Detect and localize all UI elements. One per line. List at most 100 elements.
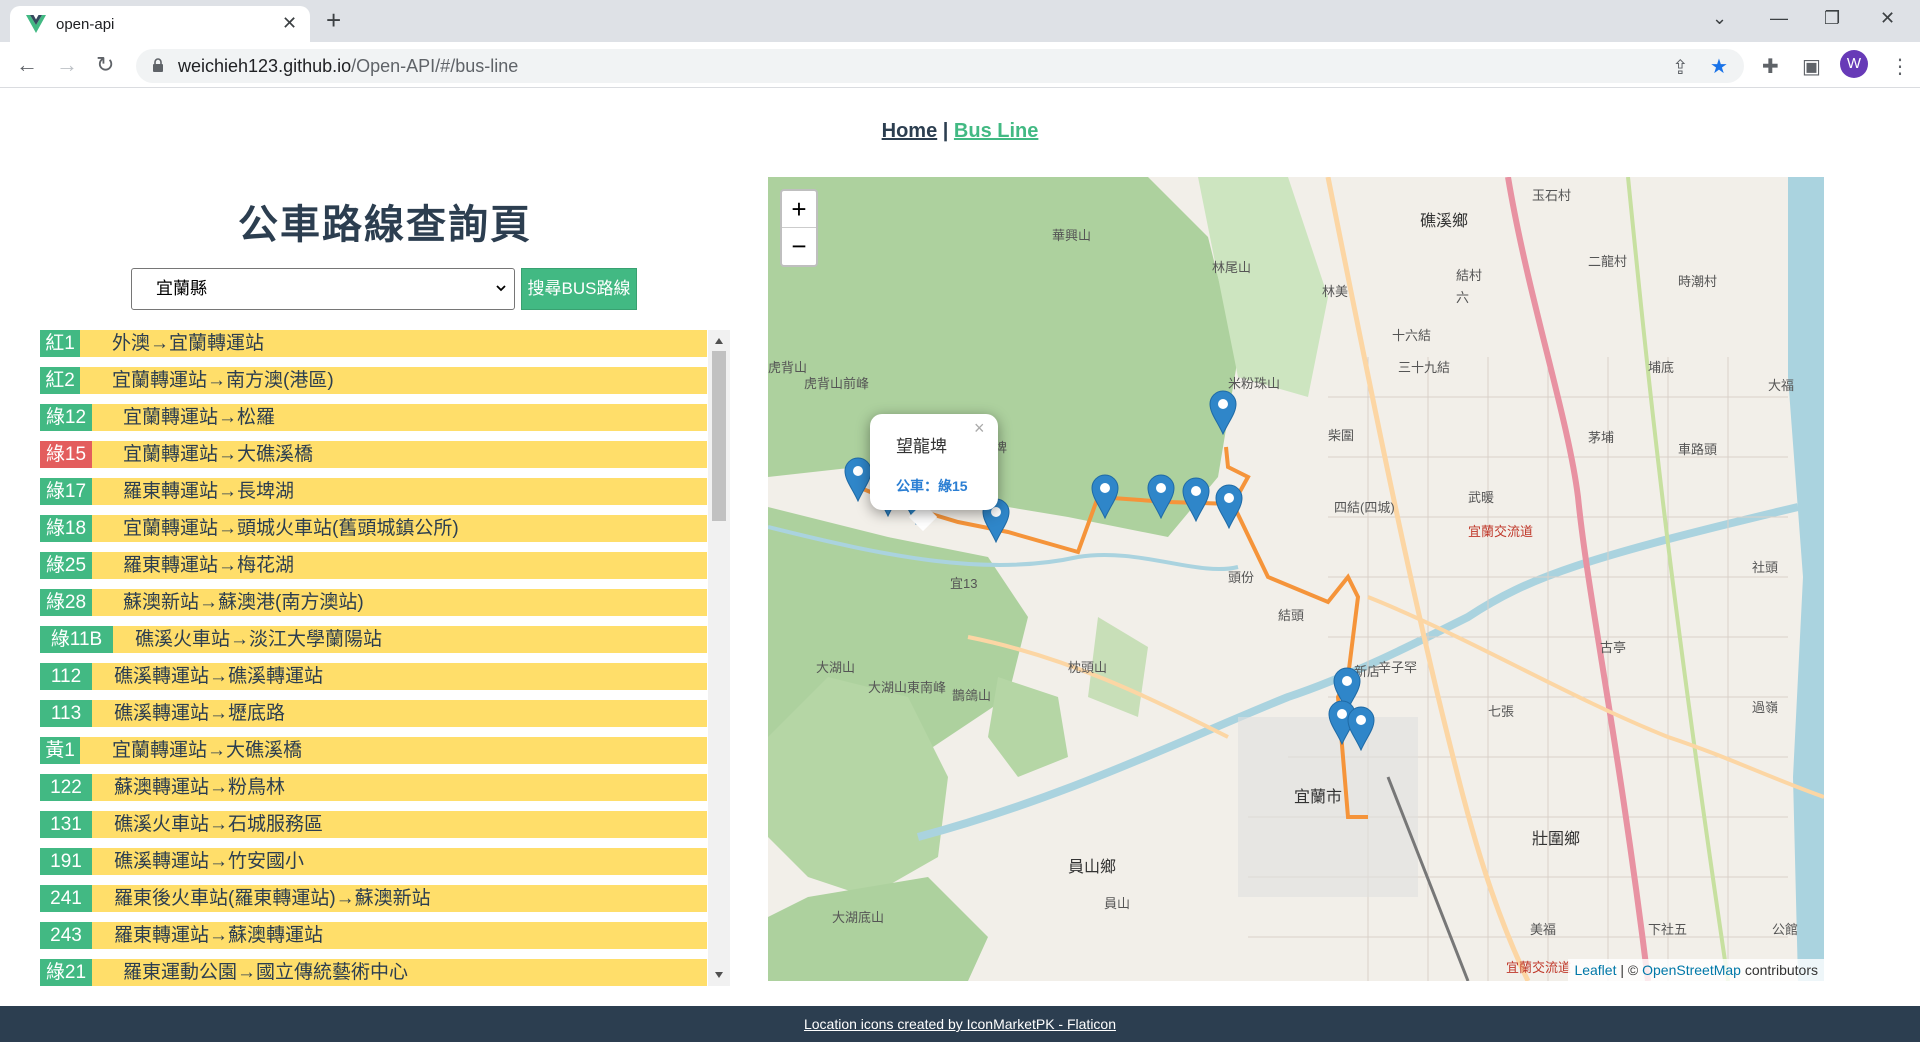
- route-number-badge: 綠18: [40, 515, 92, 542]
- map-label: 宜蘭交流道: [1468, 524, 1534, 539]
- map-label: 虎背山前峰: [804, 376, 870, 391]
- leaflet-link[interactable]: Leaflet: [1574, 962, 1616, 978]
- bus-stop-marker-icon[interactable]: [1146, 473, 1176, 519]
- menu-kebab-icon[interactable]: ⋮: [1890, 54, 1910, 79]
- route-number-badge: 黃1: [40, 737, 80, 764]
- map-label: 頭份: [1228, 570, 1255, 585]
- forward-icon[interactable]: →: [56, 52, 78, 78]
- new-tab-icon[interactable]: +: [326, 6, 341, 34]
- map-label: 十六結: [1392, 328, 1432, 343]
- map-label: 員山: [1104, 896, 1131, 911]
- route-item[interactable]: 113 礁溪轉運站→壢底路: [40, 700, 707, 727]
- map-label: 茅埔: [1588, 430, 1615, 445]
- scroll-up-icon[interactable]: [714, 336, 724, 346]
- bus-stop-marker-icon[interactable]: [843, 456, 873, 502]
- route-item[interactable]: 綠21 羅東運動公園→國立傳統藝術中心: [40, 959, 707, 986]
- route-number-badge: 243: [40, 922, 92, 949]
- route-name: 礁溪轉運站→壢底路: [114, 703, 286, 724]
- nav-separator: |: [937, 120, 954, 142]
- route-number-badge: 綠12: [40, 404, 92, 431]
- nav-home-link[interactable]: Home: [882, 120, 938, 142]
- route-item[interactable]: 191 礁溪轉運站→竹安國小: [40, 848, 707, 875]
- map-label: 大湖底山: [832, 910, 885, 925]
- bus-stop-marker-icon[interactable]: [1208, 389, 1238, 435]
- extensions-icon[interactable]: ✚: [1762, 54, 1779, 79]
- popup-close-icon[interactable]: ×: [974, 418, 985, 439]
- route-number-badge: 241: [40, 885, 92, 912]
- route-name: 蘇澳新站→蘇澳港(南方澳站): [123, 592, 364, 613]
- route-number-badge: 191: [40, 848, 92, 875]
- map-label: 鵲鴿山: [952, 688, 992, 703]
- stop-popup: × 望龍埤 公車：綠15: [870, 414, 998, 510]
- tab-title: open-api: [56, 16, 115, 33]
- map-attribution: Leaflet | © OpenStreetMap contributors: [1568, 959, 1824, 981]
- osm-link[interactable]: OpenStreetMap: [1642, 962, 1741, 978]
- map-label: 四結(四城): [1334, 500, 1395, 515]
- zoom-out-button[interactable]: −: [782, 228, 816, 265]
- address-bar[interactable]: weichieh123.github.io/Open-API/#/bus-lin…: [136, 49, 1744, 83]
- reload-icon[interactable]: ↻: [96, 52, 114, 78]
- map-label: 員山鄉: [1068, 859, 1117, 876]
- route-item[interactable]: 綠15 宜蘭轉運站→大礁溪橋: [40, 441, 707, 468]
- profile-avatar[interactable]: W: [1840, 50, 1868, 78]
- route-item[interactable]: 112 礁溪轉運站→礁溪轉運站: [40, 663, 707, 690]
- route-name: 羅東後火車站(羅東轉運站)→蘇澳新站: [114, 888, 431, 909]
- bus-stop-marker-icon[interactable]: [1346, 705, 1376, 751]
- map[interactable]: 礁溪鄉 林美 十六結 三十九結 柴圍 四結(四城) 武暖 新店 辛子罕 古亭 宜…: [768, 177, 1824, 981]
- side-panel-icon[interactable]: ▣: [1802, 54, 1821, 79]
- search-bus-route-button[interactable]: 搜尋BUS路線: [521, 268, 637, 310]
- route-item[interactable]: 綠18 宜蘭轉運站→頭城火車站(舊頭城鎮公所): [40, 515, 707, 542]
- restore-icon[interactable]: ❐: [1824, 8, 1840, 29]
- back-icon[interactable]: ←: [16, 52, 38, 78]
- map-labels: 礁溪鄉 林美 十六結 三十九結 柴圍 四結(四城) 武暖 新店 辛子罕 古亭 宜…: [768, 177, 1824, 981]
- share-icon[interactable]: ⇪: [1672, 55, 1689, 80]
- route-item[interactable]: 綠25 羅東轉運站→梅花湖: [40, 552, 707, 579]
- map-label: 六: [1456, 290, 1470, 305]
- route-item[interactable]: 綠28 蘇澳新站→蘇澳港(南方澳站): [40, 589, 707, 616]
- map-label: 武暖: [1468, 490, 1495, 505]
- browser-tab[interactable]: open-api ✕: [10, 6, 310, 42]
- tab-close-icon[interactable]: ✕: [282, 13, 297, 34]
- route-number-badge: 綠25: [40, 552, 92, 579]
- route-item[interactable]: 綠12 宜蘭轉運站→松羅: [40, 404, 707, 431]
- map-label: 七張: [1488, 704, 1515, 719]
- bookmark-star-icon[interactable]: ★: [1710, 54, 1728, 79]
- city-select[interactable]: 宜蘭縣: [131, 268, 515, 310]
- map-label: 下社五: [1648, 922, 1688, 937]
- nav-bus-line-link[interactable]: Bus Line: [954, 120, 1038, 142]
- bus-stop-marker-icon[interactable]: [1090, 473, 1120, 519]
- url-text: weichieh123.github.io/Open-API/#/bus-lin…: [178, 56, 518, 77]
- route-item[interactable]: 紅1 外澳→宜蘭轉運站: [40, 330, 707, 357]
- zoom-in-button[interactable]: +: [782, 191, 816, 228]
- browser-toolbar: ← → ↻ weichieh123.github.io/Open-API/#/b…: [0, 42, 1920, 88]
- route-item[interactable]: 131 礁溪火車站→石城服務區: [40, 811, 707, 838]
- route-name: 宜蘭轉運站→大礁溪橋: [112, 740, 303, 761]
- attribution-tail: contributors: [1740, 962, 1818, 978]
- route-item[interactable]: 243 羅東轉運站→蘇澳轉運站: [40, 922, 707, 949]
- route-list-scrollbar[interactable]: [708, 330, 730, 986]
- route-item[interactable]: 綠17 羅東轉運站→長埤湖: [40, 478, 707, 505]
- route-name: 宜蘭轉運站→南方澳(港區): [112, 370, 334, 391]
- route-number-badge: 綠15: [40, 441, 92, 468]
- route-name: 宜蘭轉運站→頭城火車站(舊頭城鎮公所): [123, 518, 459, 539]
- route-item[interactable]: 紅2 宜蘭轉運站→南方澳(港區): [40, 367, 707, 394]
- route-number-badge: 112: [40, 663, 92, 690]
- route-item[interactable]: 綠11B 礁溪火車站→淡江大學蘭陽站: [40, 626, 707, 653]
- attribution-separator: | ©: [1616, 962, 1643, 978]
- scroll-down-icon[interactable]: [714, 970, 724, 980]
- bus-stop-marker-icon[interactable]: [1214, 483, 1244, 529]
- route-item[interactable]: 122 蘇澳轉運站→粉鳥林: [40, 774, 707, 801]
- minimize-icon[interactable]: —: [1770, 8, 1788, 29]
- map-label: 時潮村: [1678, 274, 1718, 289]
- footer-credit-link[interactable]: Location icons created by IconMarketPK -…: [804, 1016, 1116, 1032]
- route-name: 羅東運動公園→國立傳統藝術中心: [123, 962, 409, 983]
- route-item[interactable]: 黃1 宜蘭轉運站→大礁溪橋: [40, 737, 707, 764]
- route-item[interactable]: 241 羅東後火車站(羅東轉運站)→蘇澳新站: [40, 885, 707, 912]
- bus-stop-marker-icon[interactable]: [1181, 476, 1211, 522]
- route-name: 宜蘭轉運站→大礁溪橋: [123, 444, 314, 465]
- route-number-badge: 113: [40, 700, 92, 727]
- map-label: 壯圍鄉: [1532, 831, 1581, 848]
- scrollbar-thumb[interactable]: [712, 351, 726, 521]
- window-close-icon[interactable]: ✕: [1880, 8, 1895, 29]
- tab-search-icon[interactable]: ⌄: [1712, 8, 1727, 29]
